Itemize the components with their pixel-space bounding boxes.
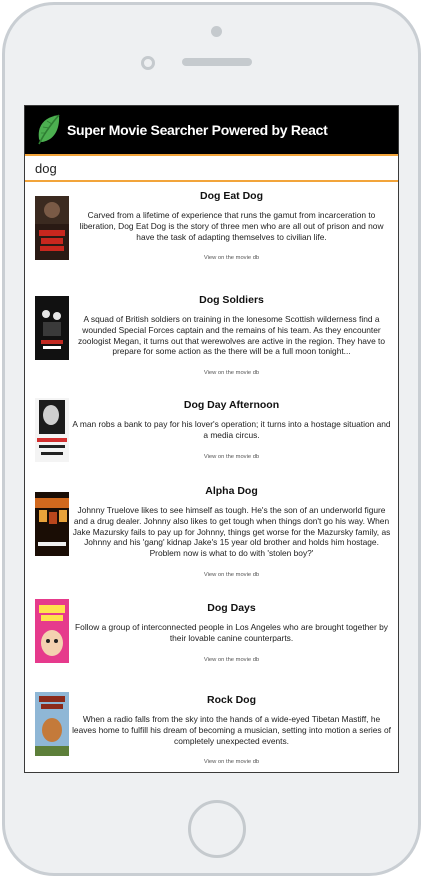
- view-on-moviedb-link[interactable]: View on the movie db: [71, 571, 392, 579]
- view-on-moviedb-link[interactable]: View on the movie db: [71, 254, 392, 262]
- sensor-icon: [141, 56, 155, 70]
- movie-item: Dog Days Follow a group of interconnecte…: [25, 594, 398, 686]
- leaf-icon: [38, 114, 60, 145]
- movie-title: Dog Eat Dog: [200, 190, 263, 202]
- view-on-moviedb-link[interactable]: View on the movie db: [71, 369, 392, 377]
- movie-description: Johnny Truelove likes to see himself as …: [72, 505, 391, 559]
- movie-description: When a radio falls from the sky into the…: [72, 714, 391, 746]
- movie-item: Dog Soldiers A squad of British soldiers…: [25, 286, 398, 391]
- movie-title: Dog Soldiers: [199, 294, 264, 306]
- view-on-moviedb-link[interactable]: View on the movie db: [71, 758, 392, 766]
- movie-poster-image: [35, 296, 69, 360]
- movie-description: Carved from a lifetime of experience tha…: [79, 210, 384, 242]
- movie-title: Rock Dog: [206, 694, 256, 706]
- movie-title: Dog Day Afternoon: [183, 399, 280, 411]
- movie-description: A squad of British soldiers on training …: [77, 314, 386, 357]
- movie-description: A man robs a bank to pay for his lover's…: [72, 419, 391, 440]
- movie-poster-image: [35, 692, 69, 756]
- movie-poster-image: [35, 492, 69, 556]
- app-header: Super Movie Searcher Powered by React: [25, 106, 398, 154]
- camera-icon: [211, 26, 222, 37]
- movie-item: Dog Eat Dog Carved from a lifetime of ex…: [25, 182, 398, 286]
- movie-poster-image: [35, 398, 69, 462]
- view-on-moviedb-link[interactable]: View on the movie db: [71, 453, 392, 461]
- movie-title: Alpha Dog: [205, 485, 258, 497]
- search-input[interactable]: [25, 156, 398, 180]
- phone-screen: Super Movie Searcher Powered by React Do…: [24, 105, 399, 773]
- speaker-grille: [182, 58, 252, 66]
- movie-list: Dog Eat Dog Carved from a lifetime of ex…: [25, 182, 398, 772]
- movie-description: Follow a group of interconnected people …: [75, 622, 388, 643]
- movie-poster-image: [35, 599, 69, 663]
- movie-item: Dog Day Afternoon A man robs a bank to p…: [25, 391, 398, 477]
- view-on-moviedb-link[interactable]: View on the movie db: [71, 656, 392, 664]
- app-title: Super Movie Searcher Powered by React: [67, 122, 328, 138]
- movie-item: Rock Dog When a radio falls from the sky…: [25, 686, 398, 772]
- movie-poster-image: [35, 196, 69, 260]
- movie-title: Dog Days: [207, 602, 256, 614]
- movie-item: Alpha Dog Johnny Truelove likes to see h…: [25, 477, 398, 594]
- search-bar: [25, 154, 398, 182]
- home-button[interactable]: [188, 800, 246, 858]
